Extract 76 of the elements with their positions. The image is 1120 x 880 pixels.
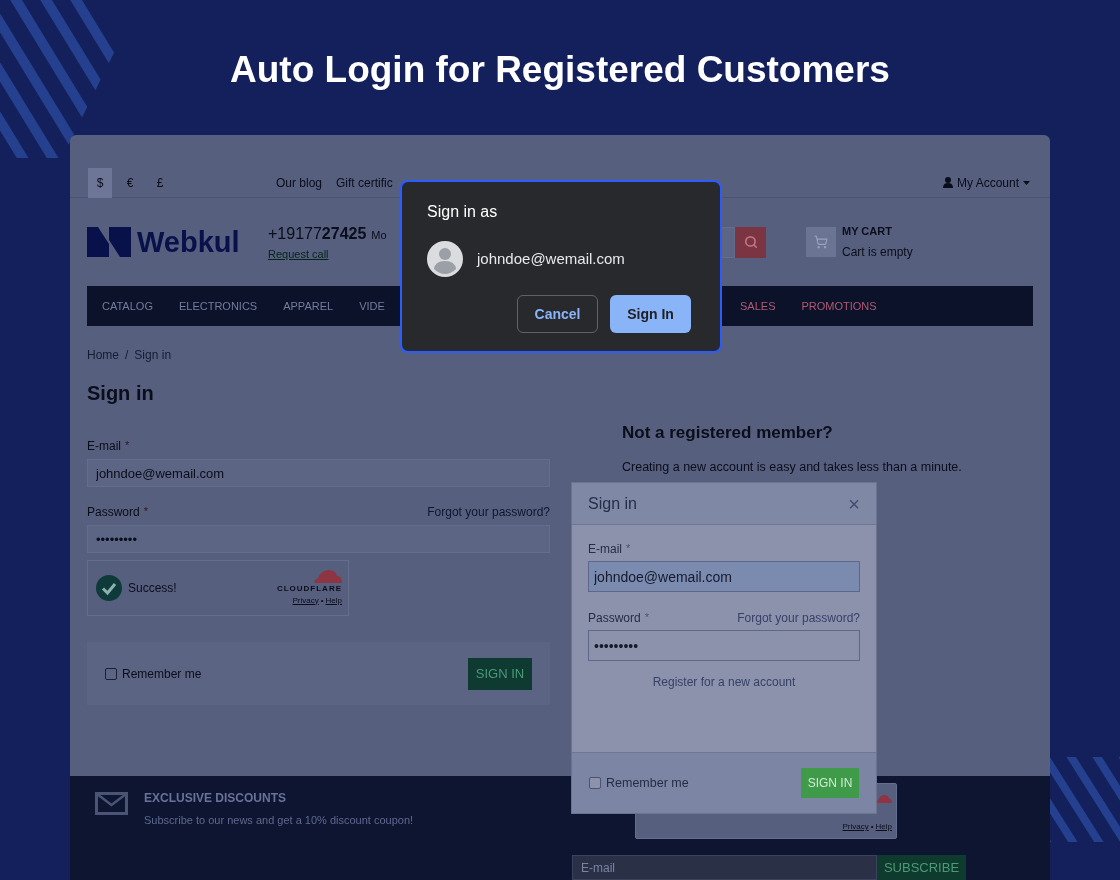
cart-title: MY CART <box>842 224 893 240</box>
check-circle-icon <box>96 575 122 601</box>
privacy-link[interactable]: Privacy <box>292 594 319 607</box>
privacy-link[interactable]: Privacy <box>842 821 869 833</box>
my-account-menu[interactable]: My Account <box>942 173 1030 192</box>
forgot-password-link[interactable]: Forgot your password? <box>737 608 860 627</box>
field-label: E-mail <box>87 437 121 455</box>
required-mark: * <box>644 610 649 626</box>
currency-option[interactable]: € <box>118 167 142 198</box>
forgot-password-link[interactable]: Forgot your password? <box>427 502 550 521</box>
caret-icon <box>1023 180 1030 185</box>
required-mark: * <box>143 504 148 520</box>
register-text: Creating a new account is easy and takes less than a minute. <box>622 458 962 476</box>
required-mark: * <box>626 541 631 557</box>
remember-label: Remember me <box>122 665 202 683</box>
sign-in-button[interactable]: SIGN IN <box>801 768 859 798</box>
text-input[interactable]: johndoe@wemail.com <box>87 459 550 487</box>
page-heading: Sign in <box>87 381 154 406</box>
field-label: Password <box>87 503 140 521</box>
text-input[interactable]: johndoe@wemail.com <box>588 561 860 592</box>
field-label: Password <box>588 609 641 627</box>
register-link[interactable]: Register for a new account <box>652 673 796 691</box>
help-link[interactable]: Help <box>325 594 342 607</box>
newsletter-title: EXCLUSIVE DISCOUNTS <box>144 790 288 807</box>
captcha-brand: CLOUDFLARE <box>276 582 342 595</box>
close-button[interactable]: × <box>848 493 860 514</box>
cart-icon-tile[interactable] <box>806 227 836 257</box>
nav-item[interactable]: CATALOG <box>102 297 153 315</box>
currency-option[interactable]: £ <box>148 167 172 198</box>
modal-title: Sign in <box>588 493 637 514</box>
top-link[interactable]: Our blog <box>276 173 323 192</box>
account-email: johndoe@wemail.com <box>477 248 625 269</box>
cart-icon <box>814 235 828 249</box>
banner-title: Auto Login for Registered Customers <box>230 48 890 92</box>
search-icon <box>743 235 758 249</box>
subscribe-button[interactable]: SUBSCRIBE <box>877 855 966 880</box>
cancel-button[interactable]: Cancel <box>517 295 598 333</box>
captcha-status: Success! <box>128 580 177 597</box>
newsletter-text: Subscribe to our news and get a 10% discount coupon! <box>144 813 414 828</box>
user-icon <box>942 177 953 188</box>
cloud-logo-icon <box>314 569 342 583</box>
envelope-icon <box>95 792 128 815</box>
dialog-title: Sign in as <box>427 202 498 222</box>
help-link[interactable]: Help <box>875 821 892 833</box>
top-link[interactable]: Gift certific <box>336 173 393 192</box>
cloud-logo-icon <box>876 795 892 803</box>
breadcrumb-current: Sign in <box>134 347 172 364</box>
nav-item[interactable]: VIDE <box>359 297 385 315</box>
required-mark: * <box>125 438 130 454</box>
nav-item[interactable]: APPAREL <box>283 297 334 315</box>
logo-text[interactable]: Webkul <box>137 227 240 257</box>
breadcrumb-separator: / <box>125 347 129 364</box>
remember-label: Remember me <box>606 774 689 792</box>
register-title: Not a registered member? <box>622 422 833 444</box>
nav-item[interactable]: ELECTRONICS <box>178 297 258 315</box>
remember-checkbox[interactable] <box>589 777 601 789</box>
currency-option[interactable]: $ <box>88 167 112 198</box>
remember-checkbox[interactable] <box>105 667 117 680</box>
phone-number: +1917727425 <box>268 223 367 244</box>
field-label: E-mail <box>588 540 622 558</box>
sign-in-button[interactable]: SIGN IN <box>468 657 532 690</box>
link-separator: • <box>870 821 874 833</box>
search-button[interactable] <box>735 226 766 258</box>
sign-in-button[interactable]: Sign In <box>610 295 691 333</box>
avatar-icon <box>427 241 463 277</box>
phone-note: Mo <box>371 227 387 243</box>
newsletter-email-input[interactable]: E-mail <box>572 855 877 880</box>
cart-status: Cart is empty <box>842 243 913 261</box>
request-call-link[interactable]: Request call <box>268 245 329 263</box>
logo-mark-icon[interactable] <box>87 227 131 257</box>
text-input[interactable]: ••••••••• <box>87 525 550 553</box>
link-separator: • <box>320 594 324 607</box>
breadcrumb-link[interactable]: Home <box>87 346 119 364</box>
text-input[interactable]: ••••••••• <box>588 630 860 661</box>
nav-item[interactable]: PROMOTIONS <box>801 297 877 315</box>
nav-item[interactable]: SALES <box>740 297 776 315</box>
